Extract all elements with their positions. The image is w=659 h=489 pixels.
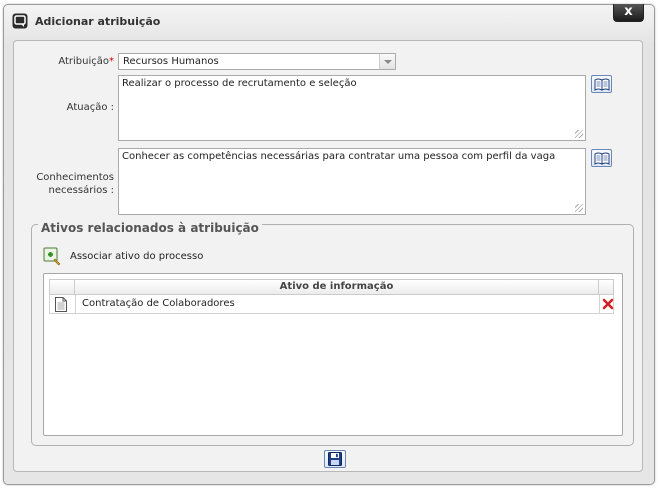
book-icon	[594, 78, 610, 91]
atribuicao-select[interactable]: Recursos Humanos	[118, 53, 396, 70]
document-icon	[55, 297, 67, 312]
resize-grip-icon[interactable]	[575, 204, 583, 212]
atribuicao-selected-value: Recursos Humanos	[123, 56, 219, 67]
atuacao-textarea[interactable]: Realizar o processo de recrutamento e se…	[118, 75, 586, 141]
atuacao-label: Atuação :	[66, 102, 114, 113]
asset-name: Contratação de Colaboradores	[82, 298, 235, 309]
add-asset-icon	[43, 247, 61, 266]
atuacao-lookup-button[interactable]	[591, 75, 612, 93]
assets-legend: Ativos relacionados à atribuição	[38, 221, 262, 235]
book-icon	[594, 152, 610, 165]
required-marker: *	[109, 56, 114, 67]
column-divider	[75, 295, 76, 313]
resize-grip-icon[interactable]	[575, 130, 583, 138]
dialog-title: Adicionar atribuição	[35, 15, 161, 28]
title-bar: Adicionar atribuição x	[4, 4, 654, 37]
close-button[interactable]: x	[613, 4, 644, 22]
column-divider	[599, 295, 600, 313]
atribuicao-label: Atribuição*	[58, 56, 114, 67]
save-button[interactable]	[324, 450, 346, 468]
floppy-save-icon	[328, 452, 342, 466]
table-row[interactable]: Contratação de Colaboradores	[49, 295, 614, 314]
grid-header-icon-column	[50, 280, 75, 294]
form-panel: Atribuição* Recursos Humanos Atuação : R…	[13, 40, 643, 472]
grid-header: Ativo de informação	[49, 279, 614, 295]
dialog-window: Adicionar atribuição x Atribuição* Recur…	[3, 4, 655, 485]
app-window-icon	[12, 13, 28, 29]
conhecimentos-label: Conhecimentos necessários :	[36, 172, 114, 196]
conhecimentos-textarea[interactable]: Conhecer as competências necessárias par…	[118, 148, 586, 215]
associate-asset-label: Associar ativo do processo	[70, 251, 204, 262]
chevron-down-icon[interactable]	[379, 54, 395, 69]
assets-grid: Ativo de informação Contratação de Colab…	[43, 273, 623, 436]
grid-header-ativo[interactable]: Ativo de informação	[75, 280, 599, 294]
conhecimentos-text: Conhecer as competências necessárias par…	[122, 151, 556, 162]
atuacao-text: Realizar o processo de recrutamento e se…	[122, 78, 357, 89]
conhecimentos-lookup-button[interactable]	[591, 149, 612, 167]
delete-x-icon[interactable]	[602, 298, 614, 310]
